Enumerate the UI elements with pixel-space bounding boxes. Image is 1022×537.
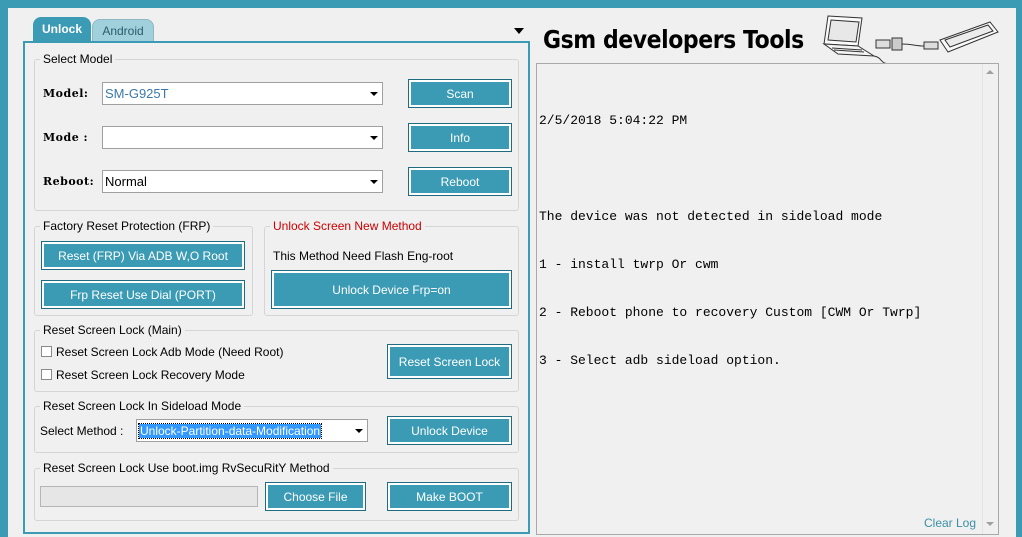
tab-android[interactable]: Android xyxy=(92,19,154,41)
reboot-combo[interactable]: Normal xyxy=(102,170,383,193)
adb-mode-checkbox[interactable] xyxy=(41,346,52,357)
method-combo[interactable]: Unlock-Partition-data-Modification xyxy=(136,419,368,442)
dropdown-arrow-icon[interactable] xyxy=(370,91,378,96)
window-left-border xyxy=(0,8,8,537)
log-line: 2/5/2018 5:04:22 PM xyxy=(539,113,688,128)
tab-overflow-arrow-icon[interactable] xyxy=(514,28,524,34)
frp-title: Factory Reset Protection (FRP) xyxy=(40,219,214,233)
laptop-phone-usb-icon xyxy=(800,12,1005,68)
tab-unlock[interactable]: Unlock xyxy=(33,17,91,41)
adb-mode-label[interactable]: Reset Screen Lock Adb Mode (Need Root) xyxy=(56,345,283,359)
make-boot-button[interactable]: Make BOOT xyxy=(387,482,512,511)
bootimg-title: Reset Screen Lock Use boot.img RvSecuRit… xyxy=(40,461,333,475)
window-right-border xyxy=(1016,8,1022,537)
unlock-device-button[interactable]: Unlock Device xyxy=(387,416,512,445)
select-method-label: Select Method : xyxy=(40,424,124,438)
mode-label: Mode : xyxy=(43,131,89,144)
choose-file-button[interactable]: Choose File xyxy=(265,482,366,511)
scroll-down-icon[interactable] xyxy=(986,522,994,526)
reset-frp-adb-button[interactable]: Reset (FRP) Via ADB W,O Root xyxy=(41,241,245,270)
model-label: Model: xyxy=(43,87,89,100)
unlock-new-method-title: Unlock Screen New Method xyxy=(270,219,425,233)
reboot-value: Normal xyxy=(105,174,147,189)
brand-title: Gsm developers Tools xyxy=(543,25,804,54)
method-value: Unlock-Partition-data-Modification xyxy=(137,422,323,439)
window-title-bar xyxy=(0,0,1022,8)
dropdown-arrow-icon[interactable] xyxy=(370,135,378,140)
model-value: SM-G925T xyxy=(105,86,169,101)
unlock-new-method-note: This Method Need Flash Eng-root xyxy=(273,249,454,263)
log-text: 2/5/2018 5:04:22 PM The device was not d… xyxy=(539,81,921,385)
dropdown-arrow-icon[interactable] xyxy=(355,428,363,433)
recovery-mode-label[interactable]: Reset Screen Lock Recovery Mode xyxy=(56,368,245,382)
log-line: The device was not detected in sideload … xyxy=(539,209,883,224)
clear-log-link[interactable]: Clear Log xyxy=(924,516,976,530)
reboot-label: Reboot: xyxy=(43,175,95,188)
scan-button[interactable]: Scan xyxy=(408,79,512,108)
mode-combo[interactable] xyxy=(102,126,383,149)
reset-screen-lock-button[interactable]: Reset Screen Lock xyxy=(387,344,512,379)
recovery-mode-checkbox[interactable] xyxy=(41,369,52,380)
unlock-device-frp-button[interactable]: Unlock Device Frp=on xyxy=(271,270,512,309)
log-scrollbar[interactable] xyxy=(982,64,998,534)
screen-lock-main-title: Reset Screen Lock (Main) xyxy=(40,323,185,337)
boot-file-path-field[interactable] xyxy=(40,486,258,507)
info-button[interactable]: Info xyxy=(408,123,512,152)
frp-reset-dial-button[interactable]: Frp Reset Use Dial (PORT) xyxy=(41,280,245,309)
log-line: 2 - Reboot phone to recovery Custom [CWM… xyxy=(539,305,922,320)
sideload-title: Reset Screen Lock In Sideload Mode xyxy=(40,399,245,413)
reboot-button[interactable]: Reboot xyxy=(408,167,512,196)
model-combo[interactable]: SM-G925T xyxy=(102,82,383,105)
scroll-up-icon[interactable] xyxy=(986,70,994,74)
select-model-title: Select Model xyxy=(40,52,116,66)
log-line: 1 - install twrp Or cwm xyxy=(539,257,719,272)
log-line: 3 - Select adb sideload option. xyxy=(539,353,781,368)
dropdown-arrow-icon[interactable] xyxy=(370,179,378,184)
